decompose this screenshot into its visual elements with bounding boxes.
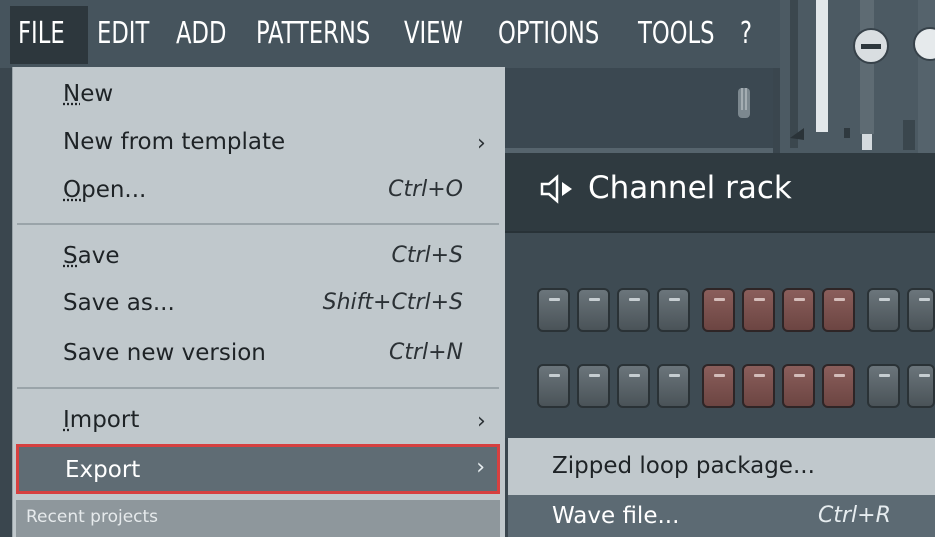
step-button[interactable] bbox=[537, 288, 570, 332]
menu-patterns[interactable]: PATTERNS bbox=[256, 0, 370, 68]
menu-separator bbox=[17, 387, 499, 389]
step-button[interactable] bbox=[742, 364, 775, 408]
step-button[interactable] bbox=[702, 364, 735, 408]
menu-bar: FILE EDIT ADD PATTERNS VIEW OPTIONS TOOL… bbox=[0, 0, 780, 68]
menu-item-export[interactable]: Export › bbox=[16, 444, 500, 494]
toolbar-panel bbox=[505, 68, 773, 150]
step-button[interactable] bbox=[702, 288, 735, 332]
step-button[interactable] bbox=[782, 364, 815, 408]
menu-item-save-as[interactable]: Save as... bbox=[63, 288, 175, 318]
step-button[interactable] bbox=[822, 288, 855, 332]
step-button[interactable] bbox=[822, 364, 855, 408]
menu-options[interactable]: OPTIONS bbox=[498, 0, 599, 68]
step-button[interactable] bbox=[577, 288, 610, 332]
shortcut-wave-file: Ctrl+R bbox=[818, 503, 891, 528]
recent-projects-header: Recent projects bbox=[16, 500, 500, 537]
chevron-right-icon: › bbox=[476, 455, 485, 480]
menu-separator bbox=[17, 223, 499, 225]
menu-item-export-label: Export bbox=[65, 457, 141, 483]
menu-item-new[interactable]: New bbox=[63, 79, 113, 109]
shortcut-save-as: Shift+Ctrl+S bbox=[322, 290, 463, 315]
menu-add[interactable]: ADD bbox=[176, 0, 226, 68]
menu-edit[interactable]: EDIT bbox=[97, 0, 149, 68]
menu-view[interactable]: VIEW bbox=[404, 0, 463, 68]
step-button[interactable] bbox=[867, 288, 900, 332]
speaker-icon[interactable] bbox=[540, 174, 576, 204]
step-button[interactable] bbox=[907, 364, 935, 408]
step-button[interactable] bbox=[657, 364, 690, 408]
recent-projects-label: Recent projects bbox=[26, 507, 159, 527]
knob-icon[interactable] bbox=[734, 84, 754, 124]
chevron-right-icon: › bbox=[477, 131, 486, 156]
step-button[interactable] bbox=[657, 288, 690, 332]
step-button[interactable] bbox=[537, 364, 570, 408]
step-sequencer bbox=[505, 233, 935, 438]
menu-item-wave-file[interactable]: Wave file... bbox=[552, 500, 679, 532]
channel-rack-title: Channel rack bbox=[588, 170, 792, 206]
step-button[interactable] bbox=[617, 288, 650, 332]
menu-help[interactable]: ? bbox=[740, 0, 752, 68]
step-button[interactable] bbox=[867, 364, 900, 408]
menu-item-save[interactable]: Save bbox=[63, 241, 119, 271]
step-button[interactable] bbox=[782, 288, 815, 332]
mixer-strip bbox=[780, 0, 935, 155]
step-button[interactable] bbox=[577, 364, 610, 408]
step-button[interactable] bbox=[907, 288, 935, 332]
step-button[interactable] bbox=[742, 288, 775, 332]
menu-tools[interactable]: TOOLS bbox=[638, 0, 715, 68]
menu-file[interactable]: FILE bbox=[18, 0, 65, 68]
menu-item-zipped-loop-package[interactable]: Zipped loop package... bbox=[552, 450, 815, 482]
shortcut-save-new-version: Ctrl+N bbox=[388, 340, 463, 365]
menu-item-open[interactable]: Open... bbox=[63, 175, 146, 205]
chevron-right-icon: › bbox=[477, 409, 486, 434]
menu-item-new-from-template[interactable]: New from template bbox=[63, 127, 285, 157]
menu-item-save-new-version[interactable]: Save new version bbox=[63, 338, 266, 368]
shortcut-open: Ctrl+O bbox=[388, 177, 463, 202]
shortcut-save: Ctrl+S bbox=[391, 243, 463, 268]
mixer-controls-icon[interactable] bbox=[780, 0, 935, 155]
step-button[interactable] bbox=[617, 364, 650, 408]
menu-item-import[interactable]: Import bbox=[63, 405, 139, 435]
